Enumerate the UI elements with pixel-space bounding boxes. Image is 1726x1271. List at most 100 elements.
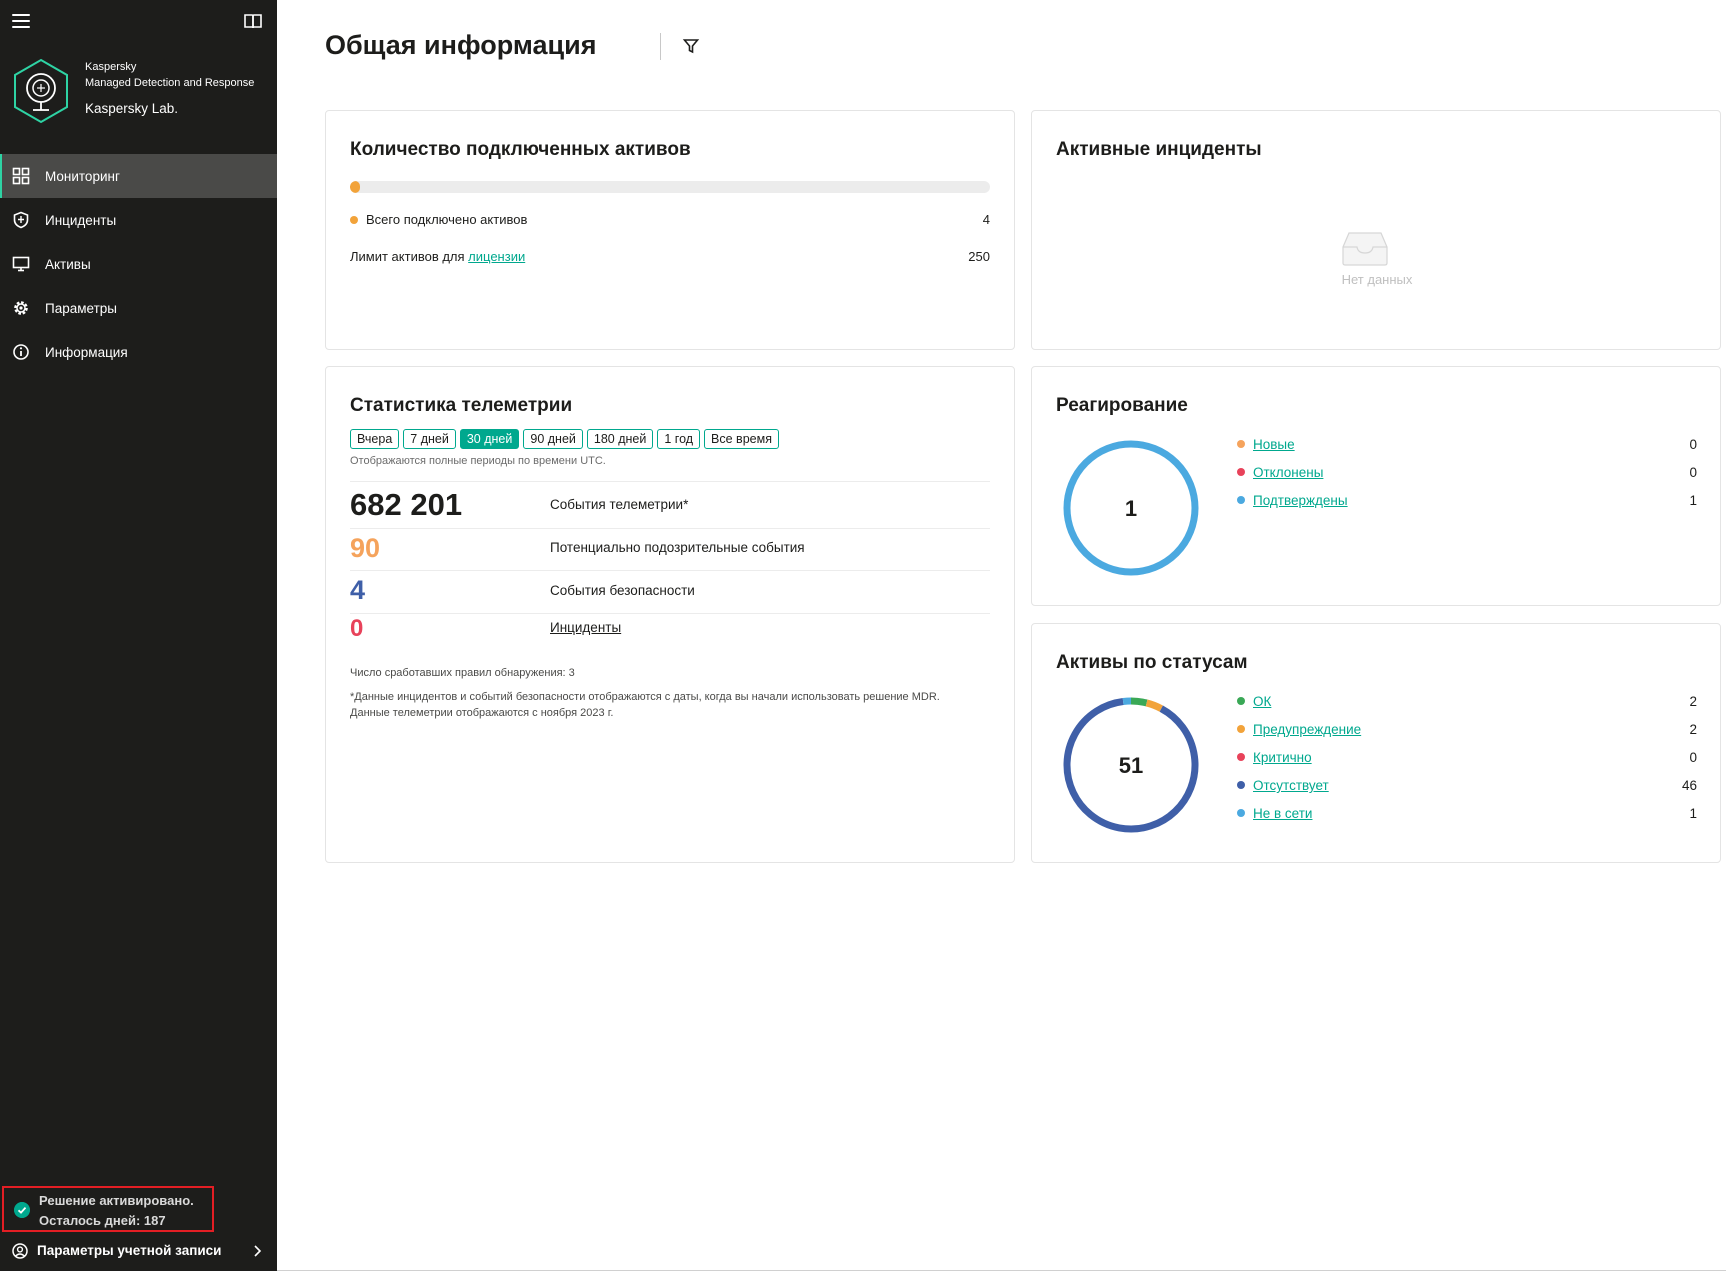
security-events-value: 4 <box>350 575 366 605</box>
sidebar: Kaspersky Managed Detection and Response… <box>0 0 277 1271</box>
sidebar-item-label: Параметры <box>45 300 117 316</box>
telemetry-stats-card: Статистика телеметрии Вчера 7 дней 30 дн… <box>325 366 1015 863</box>
assets-limit-label: Лимит активов для лицензии <box>350 249 525 264</box>
legend-value: 2 <box>1689 694 1697 709</box>
incidents-row: 0 Инциденты <box>350 615 990 649</box>
period-note: Отображаются полные периоды по времени U… <box>350 455 606 467</box>
security-events-label: События безопасности <box>550 583 695 598</box>
assets-progress-fill <box>350 181 361 193</box>
status-total: 51 <box>1119 753 1143 778</box>
status-slice-1 <box>1145 699 1163 712</box>
status-dot-icon <box>1237 725 1245 734</box>
legend-item-warning: Предупреждение 2 <box>1237 722 1697 750</box>
legend-value: 1 <box>1689 806 1697 821</box>
legend-link-absent[interactable]: Отсутствует <box>1253 778 1329 793</box>
card-title: Реагирование <box>1056 395 1188 416</box>
empty-state-text: Нет данных <box>1341 272 1413 287</box>
sidebar-item-settings[interactable]: Параметры <box>0 286 277 330</box>
legend-link-new[interactable]: Новые <box>1253 437 1295 452</box>
account-settings-label: Параметры учетной записи <box>37 1243 222 1258</box>
legend-label: ОК <box>1237 694 1271 709</box>
legend-link-rejected[interactable]: Отклонены <box>1253 465 1323 480</box>
suspicious-events-label: Потенциально подозрительные события <box>550 540 805 555</box>
legend-link-warning[interactable]: Предупреждение <box>1253 722 1361 737</box>
sidebar-item-information[interactable]: Информация <box>0 330 277 374</box>
status-slice-0 <box>1130 697 1148 707</box>
user-circle-icon <box>12 1243 28 1259</box>
card-title: Активы по статусам <box>1056 652 1248 673</box>
empty-inbox-icon <box>1342 232 1388 266</box>
title-divider <box>660 33 661 60</box>
legend-item-new: Новые 0 <box>1237 437 1697 465</box>
response-donut-chart: 1 <box>1063 440 1199 576</box>
brand-vendor: Kaspersky <box>85 61 137 73</box>
filter-icon[interactable] <box>682 37 700 55</box>
legend-label: Отклонены <box>1237 465 1323 480</box>
orange-dot-icon <box>350 215 358 224</box>
card-title: Количество подключенных активов <box>350 139 691 160</box>
sidebar-item-incidents[interactable]: Инциденты <box>0 198 277 242</box>
connected-assets-text: Всего подключено активов <box>366 212 528 227</box>
legend-link-critical[interactable]: Критично <box>1253 750 1312 765</box>
shield-icon <box>13 211 29 229</box>
period-90-days[interactable]: 90 дней <box>523 429 583 449</box>
period-yesterday[interactable]: Вчера <box>350 429 400 449</box>
app-root: Kaspersky Managed Detection and Response… <box>0 0 1726 1271</box>
account-settings-button[interactable]: Параметры учетной записи <box>0 1232 277 1271</box>
gear-icon <box>14 301 28 315</box>
status-dot-icon <box>1237 809 1245 818</box>
period-30-days[interactable]: 30 дней <box>459 429 520 449</box>
status-dot-icon <box>1237 496 1245 505</box>
incidents-value: 0 <box>350 615 364 642</box>
page-title: Общая информация <box>325 30 597 60</box>
legend-item-offline: Не в сети 1 <box>1237 806 1697 834</box>
rules-note: Число сработавших правил обнаружения: 3 <box>350 667 575 679</box>
sidebar-item-label: Информация <box>45 344 128 360</box>
hamburger-menu-icon[interactable] <box>12 14 30 28</box>
brand-product: Managed Detection and Response <box>85 77 255 89</box>
telemetry-events-value: 682 201 <box>350 487 463 522</box>
legend-value: 0 <box>1689 437 1697 452</box>
incidents-link[interactable]: Инциденты <box>550 620 621 635</box>
legend-link-offline[interactable]: Не в сети <box>1253 806 1312 821</box>
period-selector: Вчера 7 дней 30 дней 90 дней 180 дней 1 … <box>350 429 779 449</box>
connected-assets-card: Количество подключенных активов Всего по… <box>325 110 1015 350</box>
dashboard-icon <box>12 167 30 185</box>
footnote-line2: Данные телеметрии отображаются с ноября … <box>350 707 614 719</box>
connected-assets-label: Всего подключено активов <box>350 212 527 227</box>
sidebar-item-assets[interactable]: Активы <box>0 242 277 286</box>
period-all-time[interactable]: Все время <box>704 429 779 449</box>
legend-item-ok: ОК 2 <box>1237 694 1697 722</box>
card-title: Активные инциденты <box>1056 139 1262 160</box>
period-7-days[interactable]: 7 дней <box>403 429 456 449</box>
monitor-icon <box>12 256 30 272</box>
legend-value: 1 <box>1689 493 1697 508</box>
sidebar-nav: Мониторинг Инциденты Активы Параметры Ин… <box>0 154 277 374</box>
book-icon[interactable] <box>243 12 263 30</box>
brand: Kaspersky Managed Detection and Response… <box>12 58 272 128</box>
footnote-line1: *Данные инцидентов и событий безопасност… <box>350 691 940 703</box>
activation-status: Решение активировано. Осталось дней: 187 <box>2 1186 214 1232</box>
response-card: Реагирование 1 Новые 0 Отклонены 0 Подтв… <box>1031 366 1721 606</box>
period-1-year[interactable]: 1 год <box>657 429 701 449</box>
sidebar-item-monitoring[interactable]: Мониторинг <box>0 154 277 198</box>
legend-link-ok[interactable]: ОК <box>1253 694 1271 709</box>
status-dot-icon <box>1237 753 1245 762</box>
suspicious-events-row: 90 Потенциально подозрительные события <box>350 531 990 569</box>
divider <box>350 570 990 571</box>
card-title: Статистика телеметрии <box>350 395 573 416</box>
legend-value: 0 <box>1689 465 1697 480</box>
status-dot-icon <box>1237 697 1245 706</box>
activation-line1: Решение активировано. <box>39 1193 194 1208</box>
legend-item-critical: Критично 0 <box>1237 750 1697 778</box>
assets-limit-row: Лимит активов для лицензии 250 <box>350 249 990 269</box>
license-link[interactable]: лицензии <box>468 249 525 264</box>
status-dot-icon <box>1237 468 1245 477</box>
legend-label: Новые <box>1237 437 1295 452</box>
telemetry-events-row: 682 201 События телеметрии* <box>350 485 990 527</box>
period-180-days[interactable]: 180 дней <box>586 429 654 449</box>
connected-assets-value: 4 <box>982 212 990 227</box>
legend-link-confirmed[interactable]: Подтверждены <box>1253 493 1348 508</box>
legend-label: Предупреждение <box>1237 722 1361 737</box>
legend-label: Критично <box>1237 750 1312 765</box>
